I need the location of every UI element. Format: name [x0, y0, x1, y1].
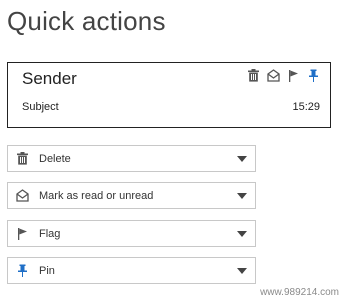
chevron-down-icon [237, 193, 247, 199]
trash-icon [17, 152, 28, 165]
chevron-down-icon [237, 156, 247, 162]
subject-line: Subject [22, 101, 59, 113]
envelope-open-icon[interactable] [267, 69, 280, 82]
sender-name: Sender [22, 69, 77, 88]
flag-icon[interactable] [287, 69, 300, 82]
action-dropdown-flag[interactable]: Flag [7, 220, 256, 247]
envelope-open-icon [16, 189, 29, 202]
trash-icon[interactable] [247, 69, 260, 82]
action-label: Delete [39, 153, 71, 165]
flag-icon [18, 228, 27, 240]
action-label: Flag [39, 228, 61, 240]
received-time: 15:29 [292, 101, 320, 113]
page-title: Quick actions [7, 6, 166, 36]
action-dropdown-delete[interactable]: Delete [7, 145, 256, 172]
chevron-down-icon [237, 268, 247, 274]
pin-icon[interactable] [307, 69, 320, 82]
action-label: Mark as read or unread [39, 190, 154, 202]
pin-icon [18, 264, 27, 277]
action-label: Pin [39, 265, 55, 277]
action-dropdown-mark-read[interactable]: Mark as read or unread [7, 182, 256, 209]
preview-quick-actions [247, 69, 320, 82]
chevron-down-icon [237, 231, 247, 237]
message-preview-card: Sender Subject 15:29 [7, 62, 331, 128]
action-dropdown-pin[interactable]: Pin [7, 257, 256, 284]
watermark-text: www.989214.com [260, 287, 339, 298]
